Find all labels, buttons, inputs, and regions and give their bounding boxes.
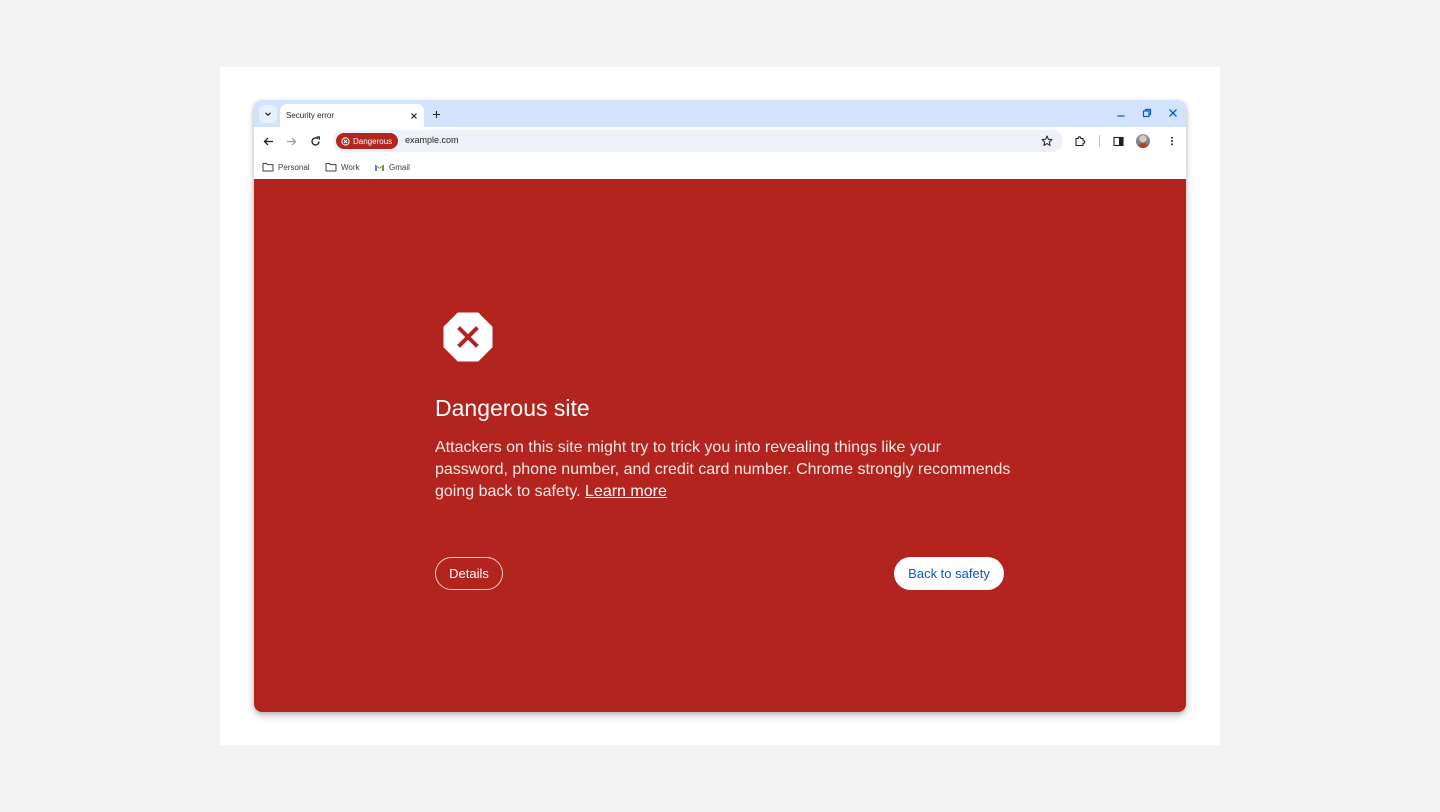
new-tab-button[interactable] xyxy=(428,106,444,122)
bookmarks-bar: Personal Work Gmail xyxy=(254,155,1186,179)
restore-icon xyxy=(1142,108,1152,118)
back-button[interactable] xyxy=(259,132,277,150)
bookmark-personal[interactable]: Personal xyxy=(262,160,310,174)
toolbar: Dangerous example.com xyxy=(254,127,1186,155)
forward-button[interactable] xyxy=(282,132,300,150)
tab-close-button[interactable] xyxy=(407,109,421,123)
arrow-left-icon xyxy=(263,137,273,145)
security-chip-dangerous[interactable]: Dangerous xyxy=(336,133,399,149)
security-chip-label: Dangerous xyxy=(353,136,393,146)
close-icon xyxy=(1169,109,1177,117)
url-text[interactable]: example.com xyxy=(405,135,459,145)
extensions-button[interactable] xyxy=(1071,132,1089,150)
star-icon xyxy=(1041,135,1053,146)
close-icon xyxy=(411,112,417,119)
bookmark-star-button[interactable] xyxy=(1038,132,1056,150)
learn-more-link[interactable]: Learn more xyxy=(585,483,667,500)
danger-circle-icon xyxy=(341,136,350,146)
profile-avatar[interactable] xyxy=(1136,134,1150,148)
gmail-icon xyxy=(375,164,384,171)
back-to-safety-button[interactable]: Back to safety xyxy=(894,557,1004,590)
tab-search-button[interactable] xyxy=(259,105,277,123)
reload-icon xyxy=(310,135,320,146)
dangerous-site-interstitial: Dangerous site Attackers on this site mi… xyxy=(254,179,1186,712)
warning-description: Attackers on this site might try to tric… xyxy=(435,437,1015,503)
close-window-button[interactable] xyxy=(1165,105,1181,121)
more-vert-icon xyxy=(1171,136,1173,146)
tab-title: Security error xyxy=(286,111,335,120)
details-button[interactable]: Details xyxy=(435,557,503,590)
minimize-button[interactable] xyxy=(1113,105,1129,121)
page-title: Dangerous site xyxy=(435,395,590,421)
side-panel-button[interactable] xyxy=(1109,132,1127,150)
restore-button[interactable] xyxy=(1139,105,1155,121)
reload-button[interactable] xyxy=(306,132,324,150)
arrow-right-icon xyxy=(286,137,296,145)
bookmark-work[interactable]: Work xyxy=(325,160,360,174)
plus-icon xyxy=(432,110,440,118)
tab-security-error[interactable]: Security error xyxy=(280,104,424,127)
bookmark-label: Work xyxy=(341,162,360,172)
browser-window: Security error Dangerous example.com Per… xyxy=(254,100,1186,712)
puzzle-icon xyxy=(1075,136,1086,147)
omnibox[interactable]: Dangerous example.com xyxy=(333,130,1063,152)
folder-icon xyxy=(262,163,274,172)
folder-icon xyxy=(325,163,337,172)
minimize-icon xyxy=(1117,115,1125,117)
danger-octagon-icon xyxy=(443,312,493,362)
toolbar-divider xyxy=(1099,135,1100,147)
menu-button[interactable] xyxy=(1163,132,1181,150)
tab-strip: Security error xyxy=(254,100,1186,127)
warning-text: Attackers on this site might try to tric… xyxy=(435,439,1011,500)
bookmark-label: Personal xyxy=(278,162,310,172)
bookmark-gmail[interactable]: Gmail xyxy=(374,160,410,174)
side-panel-icon xyxy=(1112,136,1124,146)
chevron-down-icon xyxy=(265,112,271,117)
bookmark-label: Gmail xyxy=(389,162,410,172)
